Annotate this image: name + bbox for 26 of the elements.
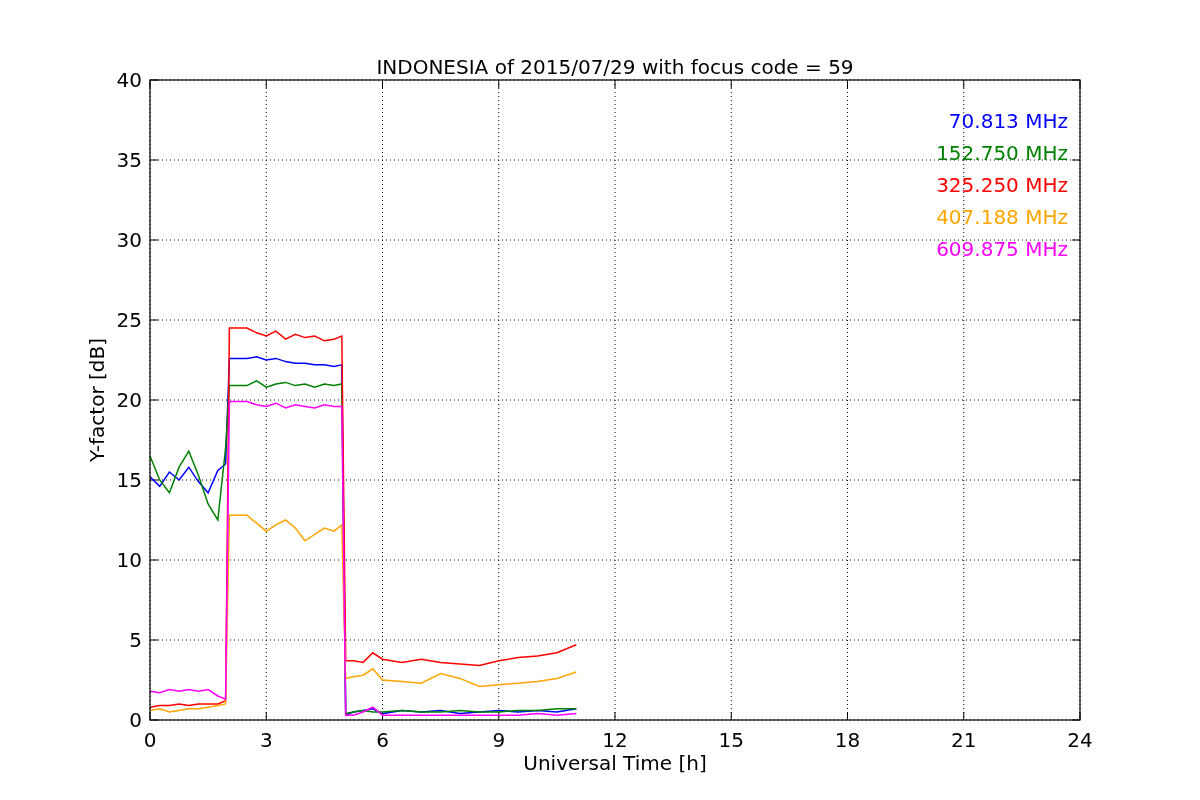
tick-label: 9 (492, 728, 506, 752)
tick-label: 24 (1067, 728, 1093, 752)
chart-title: INDONESIA of 2015/07/29 with focus code = 59 (376, 55, 854, 79)
tick-label: 20 (116, 388, 142, 412)
tick-label: 0 (143, 728, 157, 752)
tick-label: 15 (718, 728, 744, 752)
tick-label: 30 (116, 228, 142, 252)
legend-label: 152.750 MHz (936, 141, 1068, 165)
legend-label: 70.813 MHz (948, 109, 1068, 133)
tick-label: 15 (116, 468, 142, 492)
tick-label: 12 (602, 728, 628, 752)
tick-label: 18 (834, 728, 861, 752)
tick-label: 0 (129, 708, 142, 732)
tick-label: 3 (259, 728, 273, 752)
tick-label: 6 (376, 728, 389, 752)
tick-label: 5 (129, 628, 142, 652)
tick-label: 40 (116, 68, 142, 92)
tick-label: 25 (116, 308, 142, 332)
x-axis-label: Universal Time [h] (523, 751, 707, 775)
legend-label: 609.875 MHz (936, 237, 1068, 261)
tick-label: 21 (951, 728, 977, 752)
tick-label: 10 (116, 548, 142, 572)
legend-label: 325.250 MHz (936, 173, 1068, 197)
tick-label: 35 (116, 148, 142, 172)
y-axis-label: Y-factor [dB] (85, 338, 109, 462)
legend-label: 407.188 MHz (936, 205, 1068, 229)
